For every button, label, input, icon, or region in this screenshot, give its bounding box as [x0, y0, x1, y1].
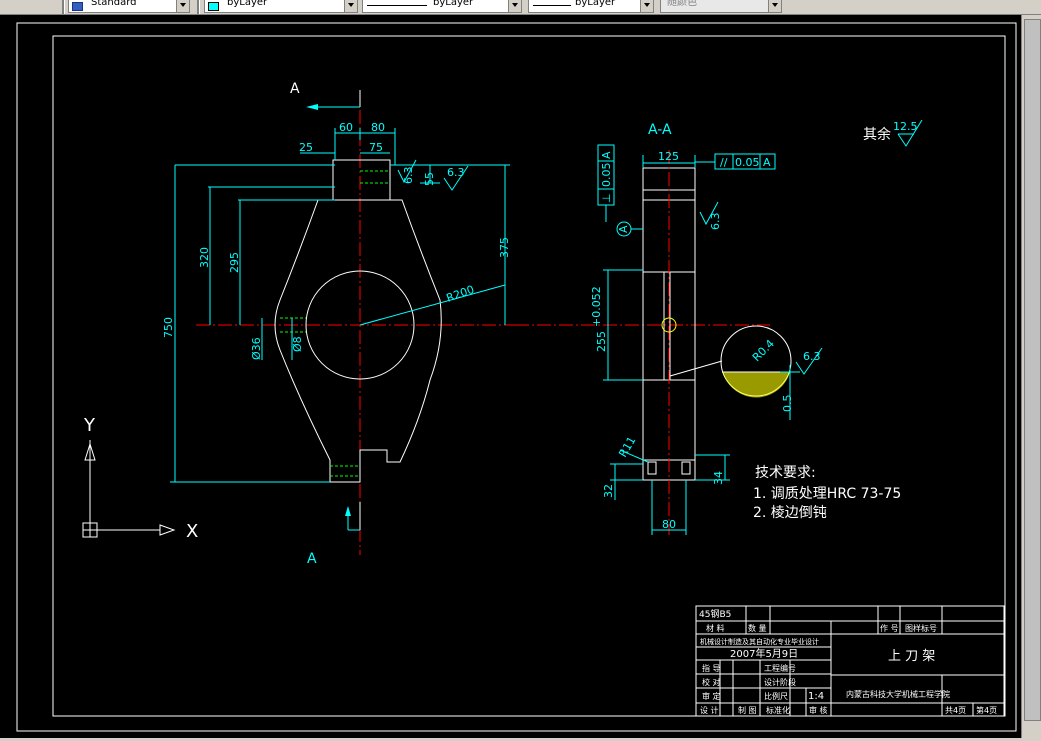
ucs-icon: X Y: [82, 415, 198, 542]
roughness-63-detail: 6.3: [803, 350, 821, 363]
tb-designer: 设 计: [700, 705, 719, 715]
dim-d8: Ø8: [291, 336, 304, 352]
parallel-icon: //: [720, 156, 728, 169]
tb-guide: 指 导: [702, 663, 721, 673]
text-style-value: Standard: [91, 0, 137, 8]
cad-drawing: A A 60 80 25 75 55 6.3 6.3 320 295 375 7…: [16, 22, 1017, 732]
tb-part-name: 上 刀 架: [888, 649, 935, 664]
tb-check: 审 核: [809, 705, 828, 715]
tb-role3: 审 定: [702, 691, 721, 701]
linetype-value: byLayer: [433, 0, 474, 8]
dim-55: 55: [423, 172, 436, 186]
tol-255: +0.052: [590, 286, 603, 327]
toolbar-separator: [197, 0, 200, 14]
plot-style-combo[interactable]: 随颜色: [660, 0, 782, 13]
section-label-top: A: [290, 81, 300, 97]
tb-teacher: 工程编号: [764, 663, 796, 673]
tb-col-qty: 数 量: [748, 623, 767, 633]
dim-25: 25: [299, 141, 313, 154]
tb-scale-lbl: 比例尺: [764, 691, 788, 701]
tech-req-item-2: 2. 棱边倒钝: [753, 505, 827, 521]
tb-col-drawno: 图样标号: [905, 623, 937, 633]
drawing-canvas[interactable]: A A 60 80 25 75 55 6.3 6.3 320 295 375 7…: [0, 15, 1021, 738]
properties-toolbar: Standard byLayer byLayer byLayer 随颜色: [0, 0, 1041, 15]
perp-datum: A: [600, 151, 613, 159]
layer-color-combo[interactable]: byLayer: [204, 0, 358, 13]
dim-125: 125: [658, 150, 679, 163]
section-label-bottom: A: [307, 551, 317, 567]
text-style-combo[interactable]: Standard: [68, 0, 190, 13]
section-outline: [642, 167, 696, 481]
roughness-note-value: 12.5: [893, 120, 918, 133]
part-outline: [274, 159, 442, 483]
dim-d36: Ø36: [250, 337, 263, 360]
dim-75: 75: [369, 141, 383, 154]
tb-role2: 校 对: [702, 677, 721, 687]
tb-col-material: 材 料: [706, 623, 725, 633]
layer-color-value: byLayer: [227, 0, 268, 8]
dim-34: 34: [712, 471, 725, 485]
lineweight-icon: [533, 5, 571, 6]
parallel-datum: A: [763, 156, 771, 169]
title-block: 45钢B5 材 料 数 量 作 号 图样标号 机械设计制造及其自动化专业毕业设计…: [695, 605, 1005, 717]
dim-375: 375: [498, 237, 511, 258]
dim-80: 80: [371, 121, 385, 134]
lineweight-value: byLayer: [575, 0, 616, 8]
tech-req-title: 技术要求:: [755, 465, 816, 481]
ucs-y-label: Y: [83, 415, 96, 436]
dim-32: 32: [602, 484, 615, 498]
slot-right: [681, 461, 691, 475]
tb-role4: 标准化: [766, 705, 790, 715]
plot-style-value: 随颜色: [667, 0, 697, 8]
dim-60: 60: [339, 121, 353, 134]
perpendicular-icon: ⊥: [600, 193, 613, 203]
dim-320: 320: [198, 247, 211, 268]
dim-80-section: 80: [662, 518, 676, 531]
tb-sheet-total: 共4页: [945, 706, 966, 715]
roughness-note-label: 其余: [863, 126, 891, 143]
datum-label: A: [617, 225, 630, 233]
chevron-down-icon[interactable]: [768, 0, 781, 12]
chevron-down-icon[interactable]: [508, 0, 521, 12]
tech-req-item-1: 1. 调质处理HRC 73-75: [753, 486, 901, 502]
linetype-icon: [367, 5, 427, 6]
parallel-tol: 0.05: [735, 156, 760, 169]
dim-750: 750: [162, 317, 175, 338]
color-swatch-icon: [208, 2, 219, 11]
dim-r11: R11: [616, 434, 638, 459]
detail-hatch: [722, 372, 790, 398]
perp-tol: 0.05: [600, 163, 613, 188]
detail-leader: [669, 360, 723, 377]
tb-project: 机械设计制造及其自动化专业毕业设计: [700, 637, 819, 646]
tb-col-work: 作 号: [880, 623, 899, 633]
tb-design-no: 设计阶段: [764, 677, 796, 687]
chevron-down-icon[interactable]: [640, 0, 653, 12]
vertical-scrollbar[interactable]: [1021, 15, 1041, 738]
scrollbar-thumb[interactable]: [1024, 19, 1041, 721]
toolbar-separator: [62, 0, 65, 14]
tb-material: 45钢B5: [699, 608, 731, 620]
dim-r04: R0.4: [750, 337, 777, 364]
tb-scale: 1:4: [808, 691, 824, 702]
dim-05: 0.5: [781, 395, 794, 413]
tb-date: 2007年5月9日: [730, 647, 798, 660]
dim-255: 255: [595, 331, 608, 352]
chevron-down-icon[interactable]: [344, 0, 357, 12]
lineweight-combo[interactable]: byLayer: [528, 0, 654, 13]
section-title: A-A: [648, 122, 672, 138]
roughness-63-b: 6.3: [447, 166, 465, 179]
linetype-combo[interactable]: byLayer: [362, 0, 522, 13]
section-arrow-head: [306, 104, 318, 110]
tb-draw: 制 图: [738, 705, 757, 715]
dimension-lines: [170, 128, 510, 483]
text-style-icon: [72, 2, 83, 11]
dim-r200: R200: [445, 283, 476, 305]
tb-sheet-no: 第4页: [976, 705, 997, 715]
ucs-x-label: X: [186, 521, 198, 542]
section-arrow-head: [345, 506, 351, 516]
dim-295: 295: [228, 252, 241, 273]
chevron-down-icon[interactable]: [176, 0, 189, 12]
slot-left: [647, 461, 657, 475]
tb-school: 内蒙古科技大学机械工程学院: [846, 689, 950, 699]
